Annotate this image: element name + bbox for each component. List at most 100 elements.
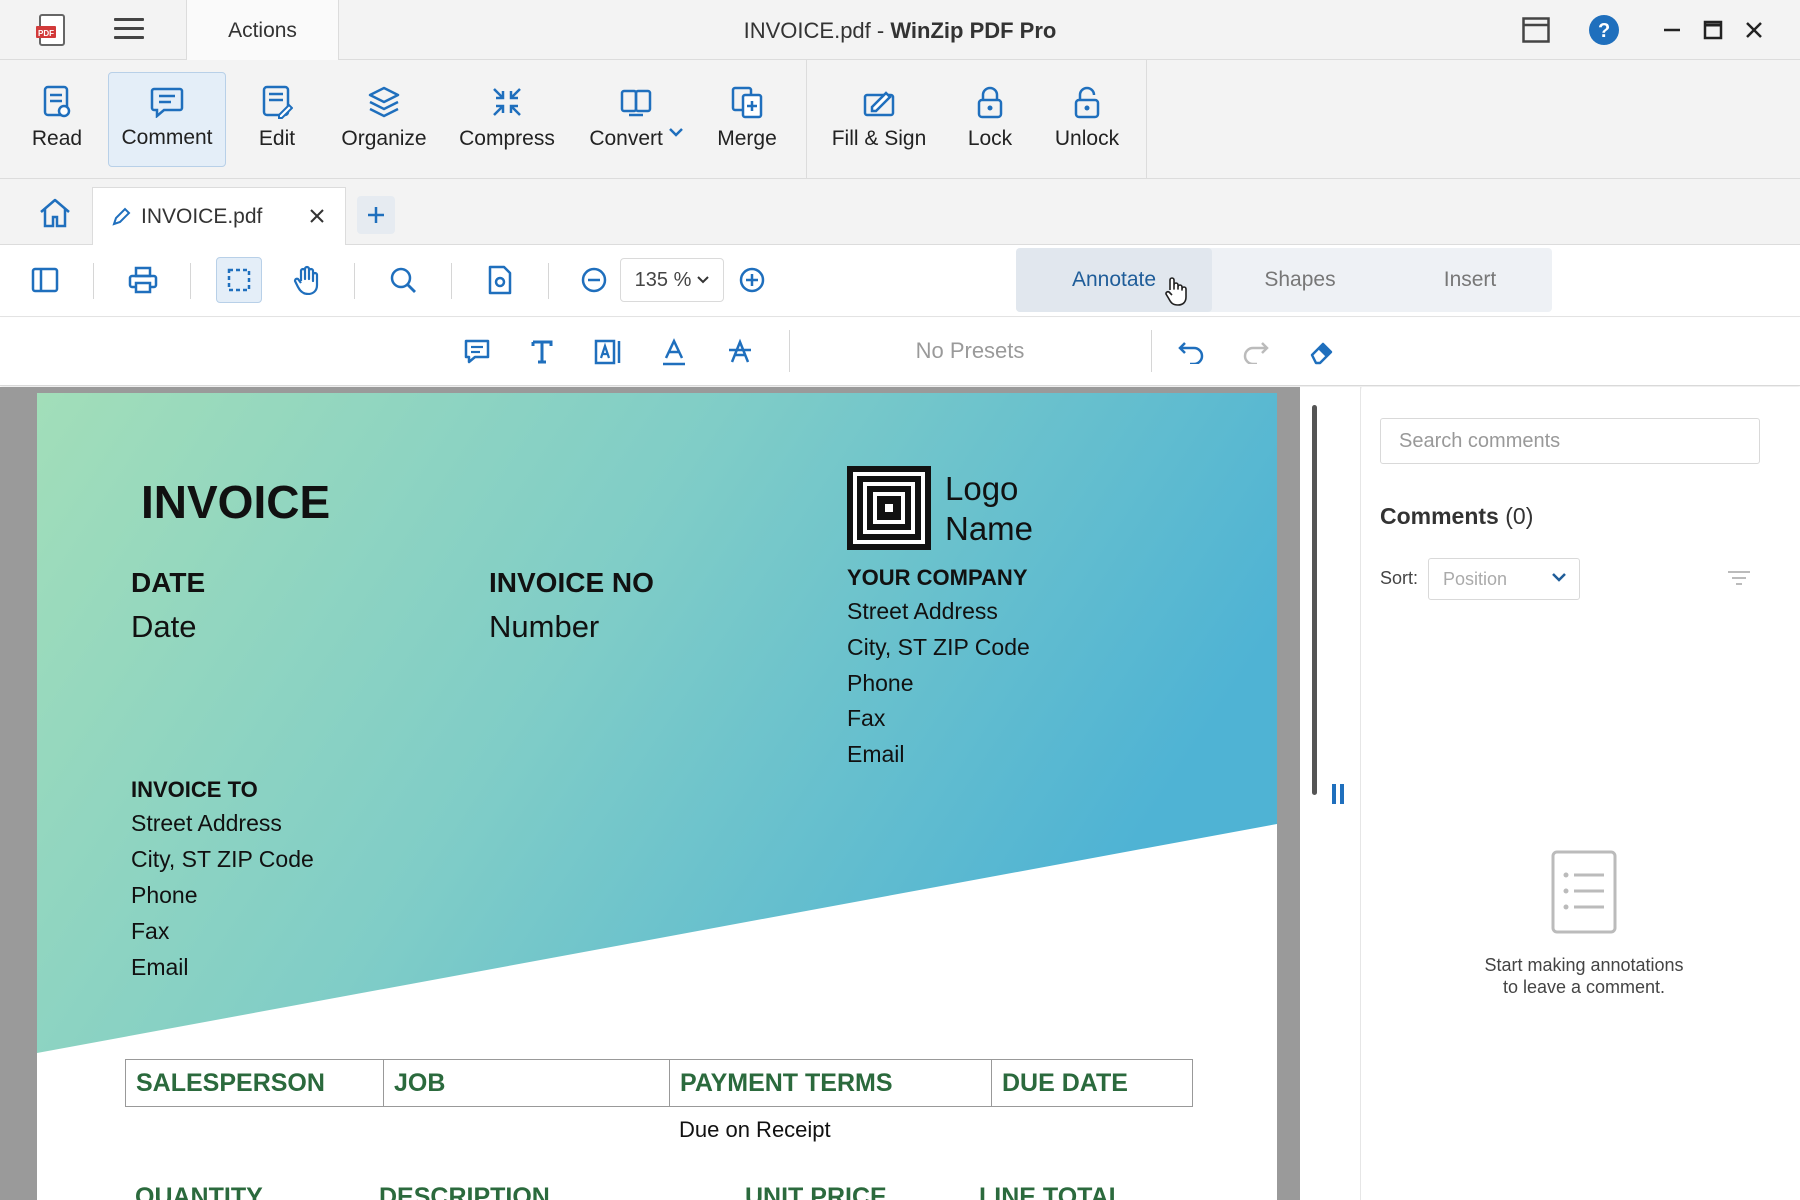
select-area-icon[interactable] [216, 257, 262, 303]
window-title-app: WinZip PDF Pro [890, 18, 1057, 43]
convert-label: Convert [589, 127, 683, 151]
tab-insert-label: Insert [1443, 268, 1497, 291]
tab-invoice[interactable]: INVOICE.pdf [92, 187, 346, 246]
tab-insert[interactable]: Insert [1388, 248, 1552, 312]
undo-icon[interactable] [1169, 330, 1213, 374]
redo-icon[interactable] [1234, 330, 1278, 374]
close-icon[interactable] [1738, 14, 1770, 46]
edit-button[interactable]: Edit [246, 72, 308, 167]
convert-icon [620, 89, 652, 117]
toolbar-divider [789, 330, 790, 372]
minimize-icon[interactable] [1656, 14, 1688, 46]
underline-icon[interactable] [652, 330, 696, 374]
tab-annotate[interactable]: Annotate [1016, 248, 1212, 312]
eraser-icon[interactable] [1300, 330, 1344, 374]
compress-button[interactable]: Compress [454, 72, 560, 167]
sort-value: Position [1443, 568, 1508, 589]
zoom-level-select[interactable]: 135 % [620, 258, 724, 302]
read-button[interactable]: Read [20, 72, 94, 167]
tab-shapes-label: Shapes [1264, 268, 1336, 291]
company-line: Street Address [847, 598, 998, 624]
text-icon[interactable] [520, 330, 564, 374]
view-toolbar: 135 % Annotate Shapes Insert [0, 245, 1800, 317]
invoice-to-line: Street Address [131, 810, 282, 836]
comment-button[interactable]: Comment [108, 72, 226, 167]
edit-label: Edit [258, 127, 296, 150]
tab-shapes[interactable]: Shapes [1212, 248, 1388, 312]
fill-sign-button[interactable]: Fill & Sign [826, 72, 932, 167]
organize-button[interactable]: Organize [332, 72, 436, 167]
details-table-header: SALESPERSON JOB PAYMENT TERMS DUE DATE [125, 1059, 1193, 1107]
lock-icon [977, 86, 1003, 119]
payment-terms-value: Due on Receipt [679, 1117, 831, 1142]
column-header: DESCRIPTION [379, 1183, 550, 1200]
empty-comments-icon [1551, 850, 1617, 934]
presets-dropdown[interactable]: No Presets [880, 338, 1060, 364]
sidebar-toggle-icon[interactable] [22, 257, 68, 303]
hamburger-icon[interactable] [114, 18, 144, 42]
logo-line-1: Logo [945, 470, 1019, 507]
close-tab-icon[interactable] [307, 206, 327, 226]
pencil-icon [112, 207, 131, 226]
toolbar-divider [1151, 330, 1152, 372]
empty-comments-message: Start making annotations to leave a comm… [1422, 954, 1746, 998]
hand-cursor-icon [1165, 277, 1187, 306]
convert-button[interactable]: Convert [580, 72, 692, 167]
text-box-icon[interactable] [586, 330, 630, 374]
home-icon[interactable] [38, 197, 72, 229]
chevron-down-icon [668, 128, 683, 137]
company-label: YOUR COMPANY [847, 565, 1028, 590]
ribbon-divider [1146, 60, 1147, 179]
company-line: City, ST ZIP Code [847, 634, 1030, 660]
column-header: QUANTITY [135, 1183, 263, 1200]
zoom-out-icon[interactable] [571, 257, 617, 303]
strikethrough-icon[interactable] [718, 330, 762, 374]
print-icon[interactable] [120, 257, 166, 303]
svg-text:PDF: PDF [38, 29, 54, 38]
search-comments-input[interactable] [1380, 418, 1760, 464]
unlock-label: Unlock [1054, 127, 1120, 150]
zoom-in-icon[interactable] [729, 257, 775, 303]
note-icon[interactable] [455, 330, 499, 374]
read-label: Read [31, 127, 83, 150]
edit-icon [262, 85, 293, 119]
company-line: Fax [847, 705, 886, 731]
help-icon[interactable]: ? [1588, 14, 1620, 46]
column-header: UNIT PRICE [745, 1183, 887, 1200]
column-header: DUE DATE [1002, 1068, 1128, 1097]
scrollbar-thumb[interactable] [1312, 405, 1317, 795]
svg-text:?: ? [1598, 20, 1610, 42]
unlock-icon [1074, 86, 1100, 119]
comments-panel: Comments (0) Sort: Position Start making… [1362, 387, 1800, 1200]
document-viewport[interactable]: INVOICE Logo Name DATE Date INVOICE NO N… [0, 387, 1318, 1200]
document-tab-bar: INVOICE.pdf [0, 179, 1800, 246]
lock-button[interactable]: Lock [958, 72, 1022, 167]
merge-icon [731, 86, 763, 119]
sort-dropdown[interactable]: Position [1428, 558, 1580, 600]
company-line: Email [847, 741, 905, 767]
lock-label: Lock [967, 127, 1013, 150]
actions-tab[interactable]: Actions [186, 0, 339, 61]
window-title-file: INVOICE.pdf [743, 18, 871, 43]
compress-icon [493, 88, 521, 116]
filter-icon[interactable] [1726, 568, 1752, 588]
tab-label: INVOICE.pdf [141, 205, 263, 228]
invoice-no-value: Number [489, 609, 600, 644]
resize-handle-icon[interactable] [1332, 784, 1346, 804]
maximize-icon[interactable] [1697, 14, 1729, 46]
merge-button[interactable]: Merge [708, 72, 786, 167]
chevron-down-icon [697, 276, 710, 284]
add-tab-button[interactable] [357, 196, 395, 234]
pdf-page[interactable]: INVOICE Logo Name DATE Date INVOICE NO N… [37, 393, 1277, 1200]
invoice-to-line: Fax [131, 918, 170, 944]
winzip-pdf-icon[interactable]: PDF [34, 12, 70, 48]
actions-label: Actions [228, 18, 297, 42]
search-icon[interactable] [380, 257, 426, 303]
comments-title: Comments [1380, 503, 1499, 529]
empty-message-line: to leave a comment. [1502, 977, 1666, 997]
organize-label: Organize [341, 127, 427, 150]
layout-icon[interactable] [1520, 14, 1552, 46]
page-settings-icon[interactable] [477, 257, 523, 303]
unlock-button[interactable]: Unlock [1046, 72, 1128, 167]
hand-icon[interactable] [284, 257, 330, 303]
